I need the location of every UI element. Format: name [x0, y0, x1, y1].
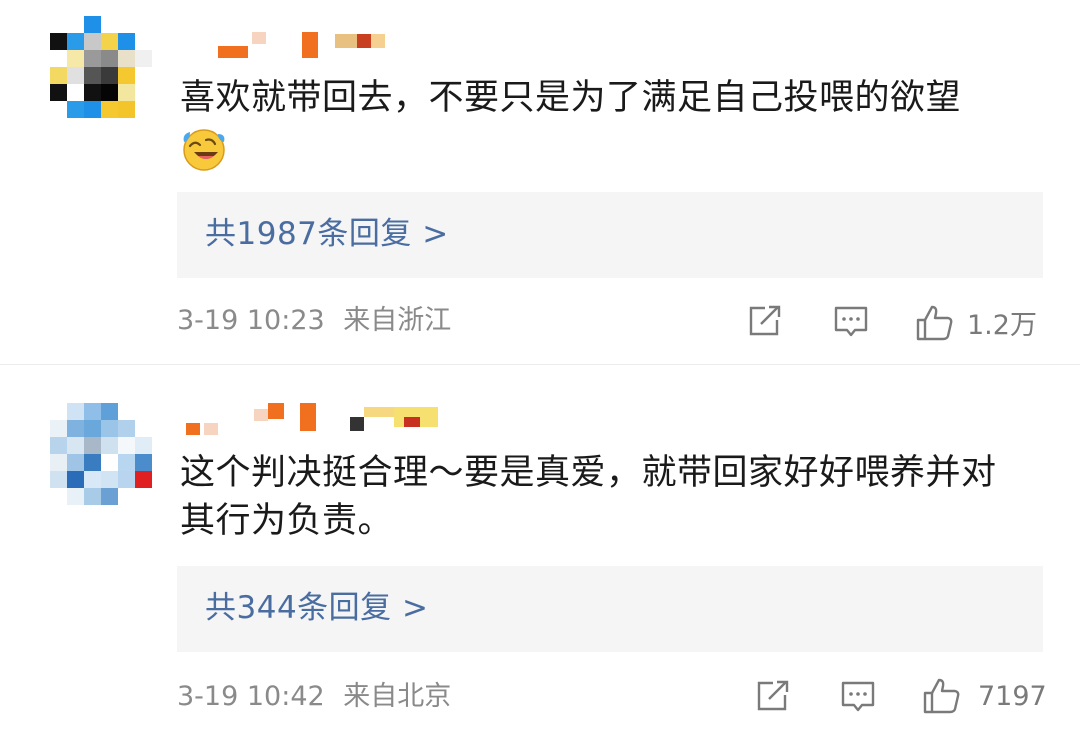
- comment-location: 来自浙江: [343, 305, 452, 336]
- like-button[interactable]: 1.2万: [915, 303, 1037, 342]
- comment-button[interactable]: [840, 679, 876, 715]
- comment-item: 这个判决挺合理～要是真爱，就带回家好好喂养并对其行为负责。 共344条回复 > …: [0, 365, 1080, 735]
- avatar[interactable]: [50, 16, 152, 118]
- comment-location: 来自北京: [343, 681, 452, 712]
- like-count: 7197: [978, 680, 1047, 712]
- comment-icon: [841, 681, 875, 712]
- comment-button[interactable]: [833, 304, 869, 340]
- comment-list: 喜欢就带回去，不要只是为了满足自己投喂的欲望 共1987条回复 > 3-19 1…: [0, 0, 1080, 735]
- share-button[interactable]: [747, 304, 783, 338]
- username-redacted[interactable]: [180, 32, 460, 58]
- reply-summary[interactable]: 共344条回复 >: [177, 566, 1043, 652]
- avatar[interactable]: [50, 403, 152, 505]
- share-icon: [749, 305, 781, 336]
- username-redacted[interactable]: [180, 403, 460, 435]
- like-button[interactable]: 7197: [922, 677, 1047, 715]
- view-replies-link[interactable]: 共1987条回复 >: [205, 212, 449, 256]
- share-button[interactable]: [755, 679, 791, 713]
- thumbs-up-icon: [916, 305, 953, 340]
- thumbs-up-icon: [923, 678, 960, 714]
- view-replies-link[interactable]: 共344条回复 >: [205, 586, 429, 630]
- comment-time: 3-19 10:42: [177, 681, 325, 712]
- comment-icon: [834, 306, 868, 337]
- comment-text: 这个判决挺合理～要是真爱，就带回家好好喂养并对其行为负责。: [180, 453, 997, 541]
- share-icon: [757, 680, 789, 711]
- comment-meta: 3-19 10:23 来自浙江: [177, 303, 451, 339]
- like-count: 1.2万: [967, 310, 1037, 341]
- comment-item: 喜欢就带回去，不要只是为了满足自己投喂的欲望 共1987条回复 > 3-19 1…: [0, 0, 1080, 365]
- comment-text: 喜欢就带回去，不要只是为了满足自己投喂的欲望: [180, 78, 962, 118]
- reply-summary[interactable]: 共1987条回复 >: [177, 192, 1043, 278]
- comment-time: 3-19 10:23: [177, 305, 325, 336]
- comment-meta: 3-19 10:42 来自北京: [177, 679, 451, 715]
- laughing-crying-emoji: [180, 126, 226, 172]
